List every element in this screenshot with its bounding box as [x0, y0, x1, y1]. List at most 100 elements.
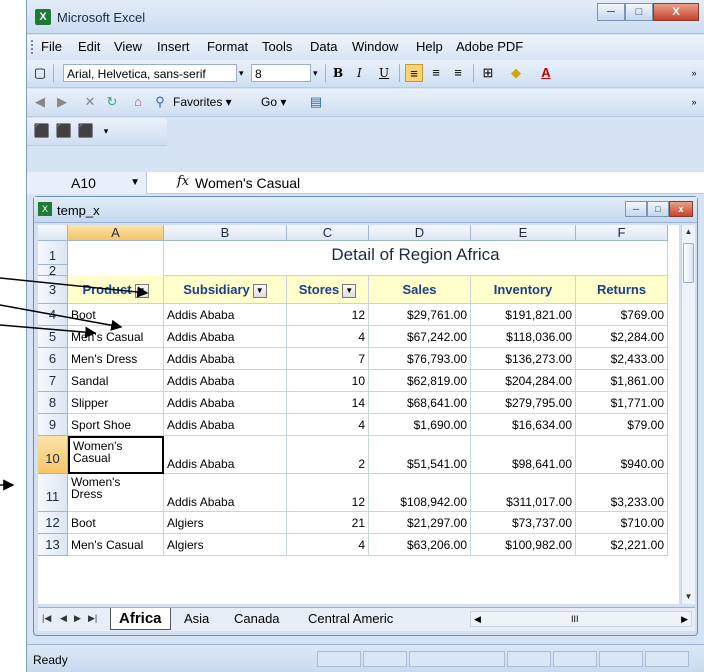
- column-header-c[interactable]: C: [287, 225, 369, 241]
- workbook-close-button[interactable]: x: [669, 201, 693, 217]
- tab-canada[interactable]: Canada: [226, 608, 288, 630]
- returns-header[interactable]: Returns: [576, 276, 668, 304]
- menu-insert[interactable]: Insert: [157, 39, 190, 54]
- font-name-dropdown-icon[interactable]: ▾: [239, 64, 244, 82]
- row-header[interactable]: 5: [38, 326, 68, 348]
- cell-inventory[interactable]: $98,641.00: [471, 436, 576, 474]
- bold-button[interactable]: B: [333, 64, 343, 82]
- horizontal-scrollbar[interactable]: ◀ III ▶: [470, 611, 692, 627]
- minimize-button[interactable]: ─: [597, 3, 625, 21]
- subsidiary-header[interactable]: Subsidiary ▼: [164, 276, 287, 304]
- align-left-icon[interactable]: ≡: [405, 64, 423, 82]
- row-header[interactable]: 3: [38, 276, 68, 304]
- toolbar-overflow-icon[interactable]: »: [685, 64, 703, 82]
- cell-sales[interactable]: $108,942.00: [369, 474, 471, 512]
- cell-inventory[interactable]: $204,284.00: [471, 370, 576, 392]
- column-header-f[interactable]: F: [576, 225, 668, 241]
- cell-subsidiary[interactable]: Addis Ababa: [164, 348, 287, 370]
- cell-subsidiary[interactable]: Addis Ababa: [164, 474, 287, 512]
- row-header[interactable]: 1: [38, 241, 68, 265]
- cell-product[interactable]: Men's Casual: [68, 326, 164, 348]
- pdf-toolbar-options-icon[interactable]: ▾: [97, 122, 115, 140]
- menu-edit[interactable]: Edit: [78, 39, 100, 54]
- menu-window[interactable]: Window: [352, 39, 398, 54]
- align-right-icon[interactable]: ≡: [449, 64, 467, 82]
- stores-header[interactable]: Stores ▼: [287, 276, 369, 304]
- cell-returns[interactable]: $1,771.00: [576, 392, 668, 414]
- fill-color-icon[interactable]: ◆: [507, 64, 525, 82]
- close-button[interactable]: X: [653, 3, 699, 21]
- row-header[interactable]: 9: [38, 414, 68, 436]
- name-box[interactable]: A10 ▼: [27, 172, 147, 194]
- cell-subsidiary[interactable]: Addis Ababa: [164, 392, 287, 414]
- sales-header[interactable]: Sales: [369, 276, 471, 304]
- row-header[interactable]: 7: [38, 370, 68, 392]
- font-size-dropdown-icon[interactable]: ▾: [313, 64, 318, 82]
- search-web-icon[interactable]: ⚲: [151, 93, 169, 111]
- italic-button[interactable]: I: [357, 64, 362, 82]
- scroll-left-icon[interactable]: ◀: [474, 614, 481, 625]
- row-header[interactable]: 6: [38, 348, 68, 370]
- cell-returns[interactable]: $769.00: [576, 304, 668, 326]
- cell-product[interactable]: Sandal: [68, 370, 164, 392]
- cell-returns[interactable]: $2,221.00: [576, 534, 668, 556]
- font-size-select[interactable]: 8: [251, 64, 311, 82]
- convert-and-review-pdf-icon[interactable]: ⬛: [77, 122, 95, 140]
- scroll-down-icon[interactable]: ▼: [682, 590, 695, 604]
- menu-file[interactable]: File: [41, 39, 62, 54]
- menu-help[interactable]: Help: [416, 39, 443, 54]
- insert-function-icon[interactable]: fx: [177, 174, 189, 189]
- cell-sales[interactable]: $29,761.00: [369, 304, 471, 326]
- row-header[interactable]: 4: [38, 304, 68, 326]
- cell-stores[interactable]: 10: [287, 370, 369, 392]
- horizontal-scroll-thumb[interactable]: III: [571, 614, 579, 624]
- new-document-icon[interactable]: ▢: [31, 64, 49, 82]
- cell-product[interactable]: Slipper: [68, 392, 164, 414]
- menu-format[interactable]: Format: [207, 39, 248, 54]
- cell-sales[interactable]: $67,242.00: [369, 326, 471, 348]
- underline-button[interactable]: U: [379, 64, 389, 82]
- row-header[interactable]: 11: [38, 474, 68, 512]
- subsidiary-filter-dropdown-icon[interactable]: ▼: [252, 283, 267, 298]
- cell-sales[interactable]: $1,690.00: [369, 414, 471, 436]
- cell-product[interactable]: Men's Dress: [68, 348, 164, 370]
- last-sheet-icon[interactable]: ▶|: [88, 613, 97, 624]
- cell-stores[interactable]: 12: [287, 474, 369, 512]
- cell-stores[interactable]: 4: [287, 534, 369, 556]
- cell-sales[interactable]: $21,297.00: [369, 512, 471, 534]
- cell-returns[interactable]: $3,233.00: [576, 474, 668, 512]
- tab-asia[interactable]: Asia: [176, 608, 217, 630]
- select-all-corner[interactable]: [38, 225, 68, 241]
- column-header-e[interactable]: E: [471, 225, 576, 241]
- cell-sales[interactable]: $68,641.00: [369, 392, 471, 414]
- cell-inventory[interactable]: $191,821.00: [471, 304, 576, 326]
- cell-returns[interactable]: $940.00: [576, 436, 668, 474]
- cell-sales[interactable]: $76,793.00: [369, 348, 471, 370]
- cell-subsidiary[interactable]: Addis Ababa: [164, 370, 287, 392]
- row-header[interactable]: 8: [38, 392, 68, 414]
- cell-subsidiary[interactable]: Addis Ababa: [164, 304, 287, 326]
- workbook-minimize-button[interactable]: ─: [625, 201, 647, 217]
- inventory-header[interactable]: Inventory: [471, 276, 576, 304]
- maximize-button[interactable]: □: [625, 3, 653, 21]
- cell-returns[interactable]: $2,284.00: [576, 326, 668, 348]
- cell-subsidiary[interactable]: Algiers: [164, 534, 287, 556]
- name-box-dropdown-icon[interactable]: ▼: [130, 172, 140, 194]
- tab-central-america[interactable]: Central Americ: [300, 608, 401, 630]
- next-sheet-icon[interactable]: ▶: [74, 613, 81, 624]
- convert-and-email-pdf-icon[interactable]: ⬛: [55, 122, 73, 140]
- cell-inventory[interactable]: $118,036.00: [471, 326, 576, 348]
- cell-returns[interactable]: $1,861.00: [576, 370, 668, 392]
- sheet-title-cell[interactable]: Detail of Region Africa: [164, 241, 668, 276]
- cell-stores[interactable]: 4: [287, 414, 369, 436]
- borders-icon[interactable]: ⊞: [479, 64, 497, 82]
- previous-sheet-icon[interactable]: ◀: [60, 613, 67, 624]
- workbook-restore-button[interactable]: □: [647, 201, 669, 217]
- first-sheet-icon[interactable]: |◀: [42, 613, 51, 624]
- column-header-b[interactable]: B: [164, 225, 287, 241]
- cell-product[interactable]: Men's Casual: [68, 534, 164, 556]
- cell-stores[interactable]: 14: [287, 392, 369, 414]
- vertical-scrollbar[interactable]: ▲ ▼: [681, 225, 695, 604]
- cell-sales[interactable]: $62,819.00: [369, 370, 471, 392]
- cell-subsidiary[interactable]: Addis Ababa: [164, 414, 287, 436]
